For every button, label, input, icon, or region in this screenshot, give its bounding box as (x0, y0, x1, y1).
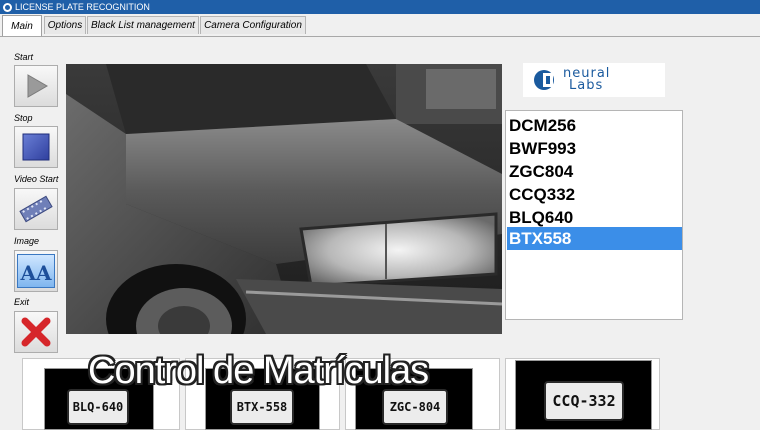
tab-camera-configuration-label: Camera Configuration (204, 20, 302, 31)
font-size-icon-text: AA (20, 261, 52, 285)
thumbnail-plate-text: BLQ-640 (72, 400, 124, 414)
plate-thumbnail-4[interactable]: CCQ-332 (515, 360, 652, 430)
camera-video-feed (66, 64, 502, 334)
detected-plates-list[interactable]: DCM256 BWF993 ZGC804 CCQ332 BLQ640 BTX55… (505, 110, 683, 320)
plate-list-item[interactable]: BWF993 (507, 137, 682, 160)
start-label: Start (14, 52, 34, 62)
stop-label: Stop (14, 113, 33, 123)
play-icon (27, 74, 48, 98)
film-strip-icon (19, 195, 53, 223)
neural-labs-logo: neural Labs (523, 63, 665, 97)
thumbnail-plate-text: CCQ-332 (552, 392, 616, 410)
tab-options-label: Options (47, 20, 83, 31)
image-button[interactable]: AA (14, 250, 58, 292)
car-image (66, 64, 502, 334)
tab-camera-configuration[interactable]: Camera Configuration (200, 16, 306, 34)
neural-labs-logo-icon (534, 70, 554, 90)
stop-icon (22, 133, 50, 161)
logo-line-2: Labs (569, 78, 604, 93)
close-icon (21, 317, 51, 347)
tab-black-list-management[interactable]: Black List management (87, 16, 199, 34)
plate-list-item[interactable]: DCM256 (507, 114, 682, 137)
video-start-label: Video Start (14, 174, 59, 184)
tab-bar: Main Options Black List management Camer… (0, 14, 760, 37)
overlay-caption: Control de Matrículas (88, 350, 429, 392)
app-icon (3, 2, 12, 12)
window-title: LICENSE PLATE RECOGNITION (15, 2, 150, 12)
thumbnail-plate-text: ZGC-804 (389, 400, 441, 414)
font-size-icon: AA (17, 254, 55, 288)
tab-options[interactable]: Options (44, 16, 86, 34)
exit-button[interactable] (14, 311, 58, 353)
image-label: Image (14, 236, 40, 246)
video-start-button[interactable] (14, 188, 58, 230)
title-bar: LICENSE PLATE RECOGNITION (0, 0, 760, 14)
tab-main-label: Main (11, 20, 33, 32)
thumbnail-plate: BTX-558 (230, 389, 294, 425)
tab-main[interactable]: Main (2, 15, 42, 36)
plate-list-item[interactable]: ZGC804 (507, 160, 682, 183)
exit-label: Exit (14, 297, 30, 307)
thumbnail-plate: CCQ-332 (544, 381, 624, 421)
start-button[interactable] (14, 65, 58, 107)
plate-list-item[interactable]: CCQ332 (507, 183, 682, 206)
thumbnail-plate-text: BTX-558 (236, 400, 288, 414)
thumbnail-plate: ZGC-804 (382, 389, 448, 425)
plate-list-item-selected[interactable]: BTX558 (507, 227, 682, 250)
tab-black-list-label: Black List management (91, 20, 195, 31)
stop-button[interactable] (14, 126, 58, 168)
plate-list-item[interactable]: BLQ640 (507, 206, 682, 229)
thumbnail-plate: BLQ-640 (67, 389, 129, 425)
